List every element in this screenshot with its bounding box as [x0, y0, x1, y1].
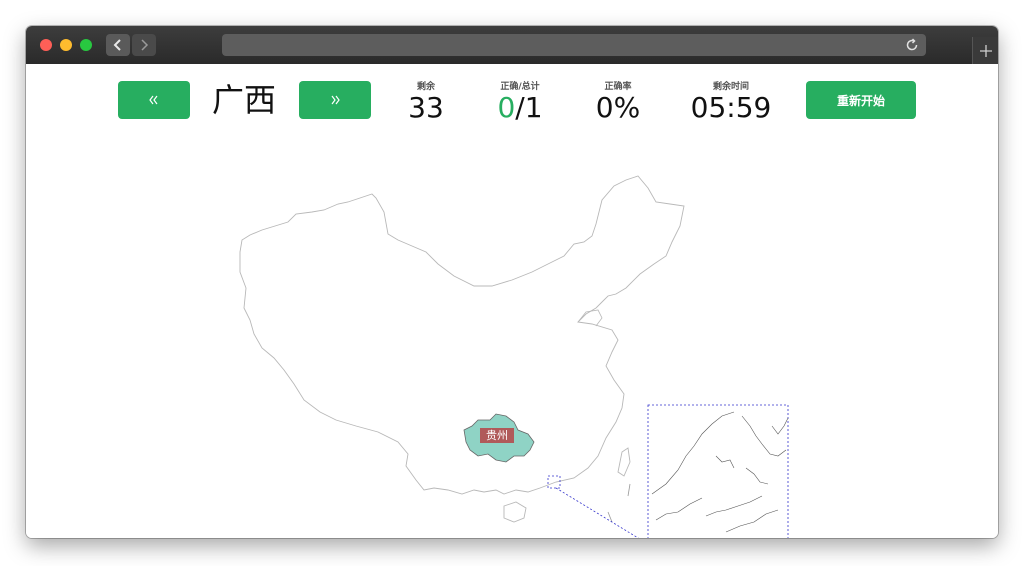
close-window-button[interactable] [40, 39, 52, 51]
game-area: 广西 剩余 33 正确/总计 0/1 正确率 0% 剩余时间 05:59 重新开… [26, 64, 998, 538]
china-map[interactable]: 贵州 [26, 64, 998, 538]
south-china-sea-inset[interactable] [647, 404, 789, 538]
taiwan-island[interactable] [617, 447, 631, 477]
inset-connector [555, 487, 639, 538]
guessed-province-label: 贵州 [486, 429, 508, 442]
china-outline[interactable] [239, 175, 685, 495]
hainan-island[interactable] [503, 501, 527, 523]
new-tab-button[interactable] [972, 37, 998, 64]
title-bar [26, 26, 998, 64]
browser-window: 广西 剩余 33 正确/总计 0/1 正确率 0% 剩余时间 05:59 重新开… [26, 26, 998, 538]
chevron-right-icon [141, 39, 149, 51]
browser-back-button[interactable] [106, 34, 130, 56]
browser-forward-button[interactable] [132, 34, 156, 56]
plus-icon [980, 44, 992, 57]
maximize-window-button[interactable] [80, 39, 92, 51]
minimize-window-button[interactable] [60, 39, 72, 51]
address-bar[interactable] [222, 34, 926, 56]
chevron-left-icon [113, 39, 121, 51]
reload-icon[interactable] [904, 37, 920, 53]
